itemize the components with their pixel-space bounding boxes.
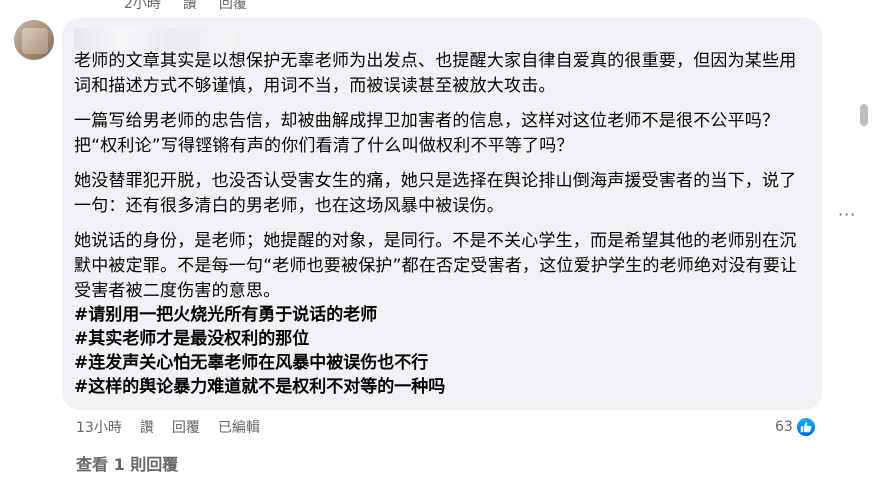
- hashtag-link[interactable]: #这样的舆论暴力难道就不是权利不对等的一种吗: [74, 375, 445, 399]
- reaction-summary[interactable]: 63: [775, 416, 817, 438]
- view-replies-link[interactable]: 查看 1 則回覆: [76, 451, 178, 475]
- previous-comment-meta: 2小時 讚 回覆: [124, 0, 247, 13]
- comment-paragraph: 老师的文章其实是以想保护无辜老师为出发点、也提醒大家自律自爱真的很重要，但因为某…: [74, 51, 797, 96]
- comment-paragraph: 一篇写给男老师的忠告信，却被曲解成捍卫加害者的信息，这样对这位老师不是很不公平吗…: [74, 111, 780, 156]
- previous-like-button[interactable]: 讚: [183, 0, 197, 13]
- reaction-count: 63: [775, 419, 793, 435]
- previous-reply-button[interactable]: 回覆: [219, 0, 247, 13]
- comment-time-link[interactable]: 13小時: [76, 417, 122, 437]
- hashtag-link[interactable]: #请别用一把火烧光所有勇于说话的老师: [74, 303, 377, 327]
- hashtag-link[interactable]: #连发声关心怕无辜老师在风暴中被误伤也不行: [74, 351, 428, 375]
- author-name[interactable]: [74, 28, 236, 50]
- like-button[interactable]: 讚: [140, 417, 154, 437]
- scrollbar-thumb[interactable]: [860, 104, 868, 126]
- more-options-icon[interactable]: ···: [838, 205, 856, 224]
- avatar[interactable]: [14, 20, 54, 60]
- edited-label[interactable]: 已編輯: [218, 417, 260, 437]
- comment-paragraph: 她说话的身份，是老师；她提醒的对象，是同行。不是不关心学生，而是希望其他的老师别…: [74, 231, 798, 301]
- previous-comment-time[interactable]: 2小時: [124, 0, 161, 13]
- comment-paragraph: 她没替罪犯开脱，也没否认受害女生的痛，她只是选择在舆论排山倒海声援受害者的当下，…: [74, 171, 797, 216]
- reply-button[interactable]: 回覆: [172, 417, 200, 437]
- hashtag-link[interactable]: #其实老师才是最没权利的那位: [74, 327, 309, 351]
- thumbs-up-icon: [794, 416, 817, 438]
- comment-actions: 13小時 讚 回覆 已編輯: [76, 417, 260, 437]
- comment-bubble: 老师的文章其实是以想保护无辜老师为出发点、也提醒大家自律自爱真的很重要，但因为某…: [62, 18, 822, 410]
